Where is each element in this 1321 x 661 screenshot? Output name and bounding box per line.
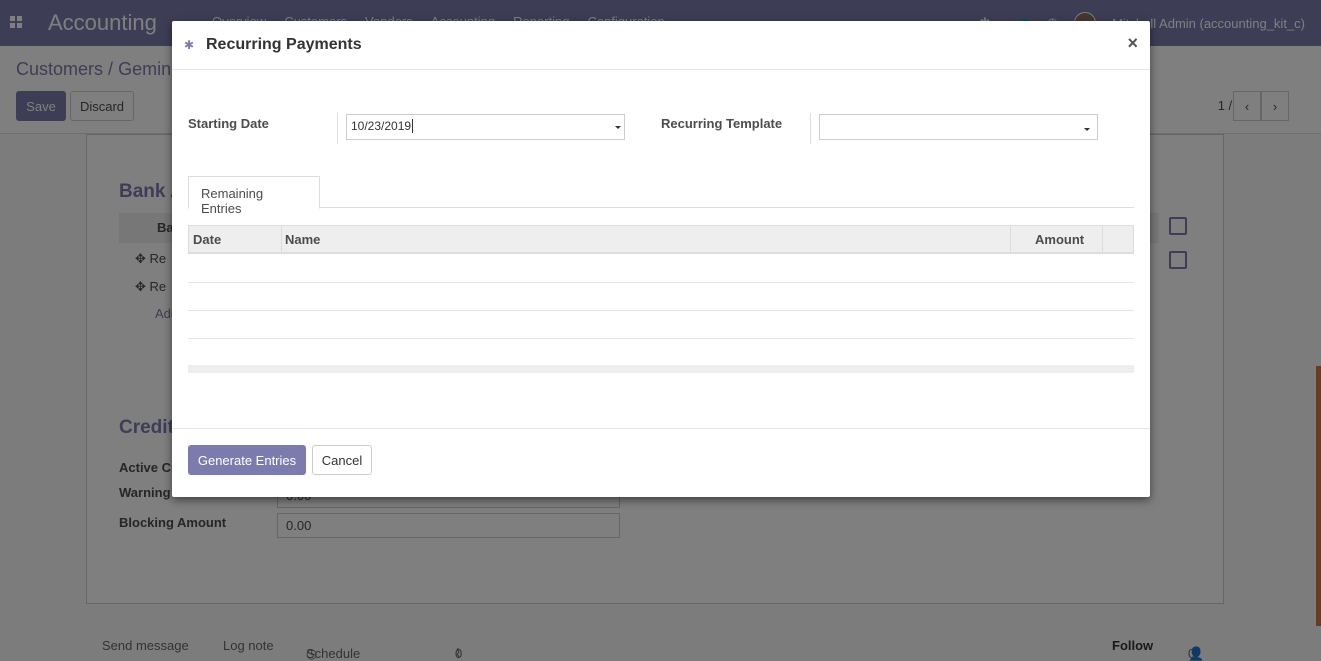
cancel-button[interactable]: Cancel	[312, 445, 372, 475]
modal-title: Recurring Payments	[206, 36, 362, 53]
starting-date-value: 10/23/2019	[351, 119, 412, 133]
column-header-date[interactable]: Date	[193, 232, 221, 247]
recurring-payments-dialog: ✱ Recurring Payments × Starting Date 10/…	[172, 21, 1150, 497]
starting-date-label: Starting Date	[188, 116, 269, 131]
column-divider	[281, 226, 282, 253]
close-button[interactable]: ×	[1127, 33, 1138, 54]
column-header-amount[interactable]: Amount	[1035, 232, 1084, 247]
debug-bug-icon[interactable]: ✱	[184, 38, 194, 52]
modal-header: ✱ Recurring Payments ×	[172, 21, 1150, 70]
table-row	[188, 311, 1134, 339]
column-header-name[interactable]: Name	[285, 232, 320, 247]
notebook-tabs: Remaining Entries	[188, 176, 1134, 216]
table-header: Date Name Amount	[188, 225, 1134, 254]
table-row	[188, 255, 1134, 283]
recurring-template-label: Recurring Template	[661, 116, 783, 131]
label-divider	[810, 113, 811, 144]
table-row	[188, 283, 1134, 311]
table-footer	[188, 365, 1134, 373]
generate-entries-button[interactable]: Generate Entries	[188, 445, 306, 475]
label-divider	[337, 113, 338, 144]
recurring-template-select[interactable]	[819, 114, 1098, 140]
modal-footer: Generate Entries Cancel	[172, 428, 1150, 497]
caret-down-icon[interactable]	[1084, 128, 1090, 131]
starting-date-input[interactable]: 10/23/2019	[346, 114, 625, 140]
column-divider	[1102, 226, 1103, 253]
table-row	[188, 338, 1134, 366]
text-cursor	[412, 119, 414, 133]
tab-remaining-entries[interactable]: Remaining Entries	[188, 176, 320, 216]
caret-down-icon[interactable]	[615, 126, 621, 129]
column-divider	[1010, 226, 1011, 253]
